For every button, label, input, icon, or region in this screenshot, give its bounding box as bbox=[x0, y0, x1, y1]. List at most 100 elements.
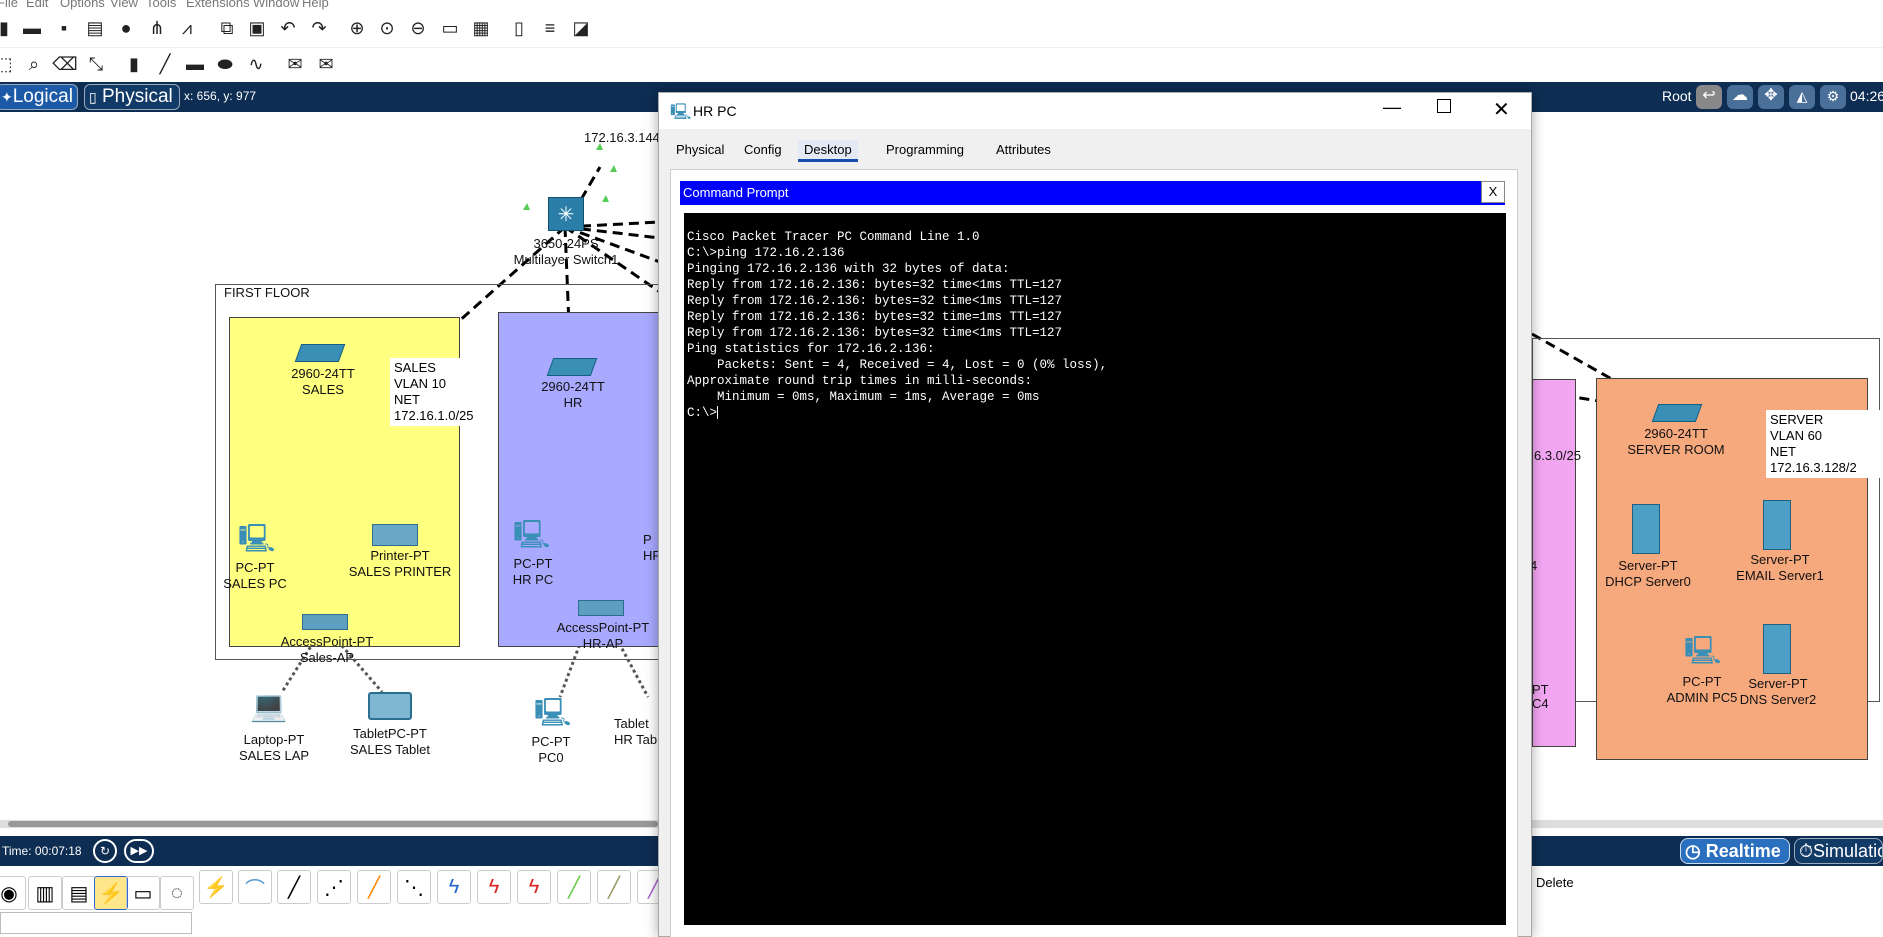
network-wizard-icon[interactable]: ⋔ bbox=[145, 16, 169, 40]
menu-tools[interactable]: Tools bbox=[146, 0, 176, 10]
menu-extensions[interactable]: Extensions bbox=[186, 0, 250, 10]
hr-ap-label[interactable]: AccessPoint-PT HR-AP bbox=[548, 620, 658, 652]
dhcp-server-label[interactable]: Server-PT DHCP Server0 bbox=[1604, 558, 1692, 590]
sales-ap-label[interactable]: AccessPoint-PT Sales-AP bbox=[272, 634, 382, 666]
sales-pc-icon[interactable]: 🖳 bbox=[238, 524, 275, 554]
connections-category-icon[interactable]: ⚡ bbox=[94, 876, 128, 910]
admin-pc-label[interactable]: PC-PT ADMIN PC5 bbox=[1664, 674, 1740, 706]
console-cable-icon[interactable]: ⌒ bbox=[238, 870, 272, 904]
sales-ap-icon[interactable] bbox=[302, 614, 348, 630]
switch-category-icon[interactable]: ▥ bbox=[28, 876, 62, 910]
inspect-icon[interactable]: ⌕ bbox=[22, 52, 46, 76]
menu-view[interactable]: View bbox=[110, 0, 138, 10]
print-icon[interactable]: ▤ bbox=[83, 16, 107, 40]
end-device-category-icon[interactable]: ▭ bbox=[126, 876, 160, 910]
scrollbar-thumb[interactable] bbox=[8, 821, 658, 827]
serial-dte-icon[interactable]: ϟ bbox=[517, 870, 551, 904]
fiber-icon[interactable]: ╱ bbox=[357, 870, 391, 904]
tab-attributes[interactable]: Attributes bbox=[990, 140, 1057, 162]
minimize-icon[interactable]: — bbox=[1383, 97, 1401, 118]
hr-pc-label[interactable]: PC-PT HR PC bbox=[502, 556, 564, 588]
maximize-icon[interactable] bbox=[1437, 99, 1451, 113]
fast-forward-icon[interactable]: ▶▶ bbox=[124, 839, 154, 863]
tab-programming[interactable]: Programming bbox=[880, 140, 970, 162]
coaxial-icon[interactable]: ϟ bbox=[437, 870, 471, 904]
sales-switch-icon[interactable] bbox=[294, 344, 346, 362]
back-icon[interactable]: ↩ bbox=[1696, 85, 1722, 109]
realtime-button[interactable]: ◷ Realtime bbox=[1680, 838, 1790, 864]
sales-switch-label[interactable]: 2960-24TT SALES bbox=[280, 366, 366, 398]
draw-ellipse-icon[interactable]: ⬬ bbox=[213, 52, 237, 76]
email-server-icon[interactable] bbox=[1763, 500, 1791, 550]
undo-icon[interactable]: ↶ bbox=[276, 16, 300, 40]
sales-laptop-icon[interactable]: 💻 bbox=[250, 692, 294, 722]
tab-physical[interactable]: Physical bbox=[670, 140, 730, 162]
dns-server-icon[interactable] bbox=[1763, 624, 1791, 674]
phone-cable-icon[interactable]: ⋱ bbox=[397, 870, 431, 904]
resize-icon[interactable]: ⤡ bbox=[84, 52, 108, 76]
info-icon[interactable]: ● bbox=[114, 16, 138, 40]
terminal-output[interactable]: Cisco Packet Tracer PC Command Line 1.0 C… bbox=[684, 213, 1506, 925]
delete-icon[interactable]: ⌫ bbox=[52, 52, 77, 76]
save-icon[interactable]: ▪ bbox=[52, 16, 76, 40]
zoom-reset-icon[interactable]: ⊙ bbox=[375, 16, 399, 40]
activity-wizard-icon[interactable]: ⩘ bbox=[175, 16, 199, 40]
menu-help[interactable]: Help bbox=[302, 0, 329, 10]
dhcp-server-icon[interactable] bbox=[1632, 504, 1660, 554]
hr-ap-icon[interactable] bbox=[578, 600, 624, 616]
note-icon[interactable]: ▮ bbox=[122, 52, 146, 76]
server-switch-label[interactable]: 2960-24TT SERVER ROOM bbox=[1620, 426, 1732, 458]
admin-pc-icon[interactable]: 🖳 bbox=[1684, 636, 1721, 666]
redo-icon[interactable]: ↷ bbox=[307, 16, 331, 40]
hr-pc0-icon[interactable]: 🖳 bbox=[534, 698, 571, 728]
multilayer-switch-icon[interactable]: ✳ bbox=[548, 197, 584, 231]
dns-server-label[interactable]: Server-PT DNS Server2 bbox=[1734, 676, 1822, 708]
straight-through-icon[interactable]: ╱ bbox=[277, 870, 311, 904]
hr-pc-icon[interactable]: 🖳 bbox=[513, 520, 550, 550]
server-switch-icon[interactable] bbox=[1651, 404, 1703, 422]
sales-tablet-icon[interactable] bbox=[368, 692, 412, 720]
hr-switch-icon[interactable] bbox=[546, 358, 598, 376]
email-server-label[interactable]: Server-PT EMAIL Server1 bbox=[1732, 552, 1828, 584]
sales-tablet-label[interactable]: TabletPC-PT SALES Tablet bbox=[340, 726, 440, 758]
octal-cable-icon[interactable]: ╱ bbox=[557, 870, 591, 904]
tab-config[interactable]: Config bbox=[738, 140, 788, 162]
draw-rectangle-icon[interactable]: ▬ bbox=[183, 52, 207, 76]
crossover-icon[interactable]: ⋰ bbox=[317, 870, 351, 904]
menu-file[interactable]: File bbox=[0, 0, 18, 10]
hub-category-icon[interactable]: ▤ bbox=[62, 876, 96, 910]
auto-connection-icon[interactable]: ⚡ bbox=[199, 870, 233, 904]
drawing-palette-icon[interactable]: ▭ bbox=[438, 16, 462, 40]
cloud-icon[interactable]: ☁ bbox=[1727, 85, 1753, 109]
window-titlebar[interactable]: 🖳 HR PC — ✕ bbox=[659, 93, 1531, 129]
new-file-icon[interactable]: ▮ bbox=[0, 16, 16, 40]
simulation-button[interactable]: ⏱Simulatio bbox=[1794, 838, 1883, 864]
hr-pc0-label[interactable]: PC-PT PC0 bbox=[520, 734, 582, 766]
open-folder-icon[interactable]: ▬ bbox=[20, 16, 44, 40]
server-vlan-note[interactable]: SERVER VLAN 60 NET 172.16.3.128/2 bbox=[1766, 410, 1883, 478]
wireless-category-icon[interactable]: ◌ bbox=[160, 876, 194, 910]
serial-dce-icon[interactable]: ϟ bbox=[477, 870, 511, 904]
device-search-field[interactable] bbox=[0, 912, 192, 934]
sales-laptop-label[interactable]: Laptop-PT SALES LAP bbox=[230, 732, 318, 764]
sales-printer-icon[interactable] bbox=[372, 524, 418, 546]
server-icon[interactable]: ≡ bbox=[538, 16, 562, 40]
image-icon[interactable]: ◪ bbox=[569, 16, 593, 40]
copy-icon[interactable]: ⧉ bbox=[215, 16, 239, 40]
command-prompt-close-button[interactable]: X bbox=[1481, 181, 1505, 203]
pdu-list-icon[interactable]: ▯ bbox=[507, 16, 531, 40]
physical-button[interactable]: ▯ Physical bbox=[84, 84, 180, 110]
menu-edit[interactable]: Edit bbox=[26, 0, 48, 10]
freeform-icon[interactable]: ∿ bbox=[244, 52, 268, 76]
menu-window[interactable]: Window bbox=[253, 0, 299, 10]
delete-label[interactable]: Delete bbox=[1536, 875, 1574, 890]
viewport-icon[interactable]: ◭ bbox=[1789, 85, 1815, 109]
move-icon[interactable]: ✥ bbox=[1758, 85, 1784, 109]
sales-pc-label[interactable]: PC-PT SALES PC bbox=[215, 560, 295, 592]
zoom-in-icon[interactable]: ⊕ bbox=[345, 16, 369, 40]
sales-printer-label[interactable]: Printer-PT SALES PRINTER bbox=[342, 548, 458, 580]
menu-options[interactable]: Options bbox=[60, 0, 105, 10]
paste-icon[interactable]: ▣ bbox=[245, 16, 269, 40]
tab-desktop[interactable]: Desktop bbox=[798, 140, 858, 162]
power-cycle-icon[interactable]: ↻ bbox=[93, 839, 117, 863]
